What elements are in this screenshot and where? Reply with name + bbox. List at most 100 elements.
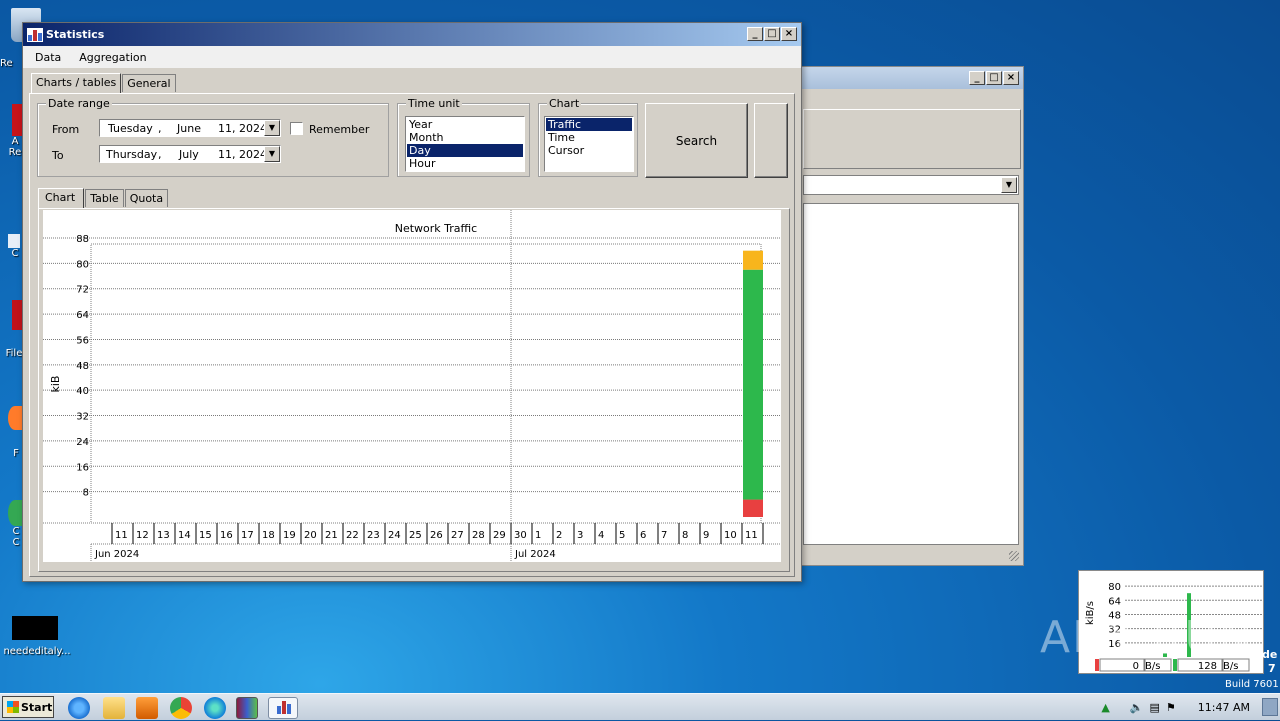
from-label: From <box>52 123 80 136</box>
show-desktop-button[interactable] <box>1262 698 1278 716</box>
tab-general[interactable]: General <box>122 74 176 92</box>
chart-type-cursor[interactable]: Cursor <box>546 144 632 157</box>
y-tick-label: 80 <box>76 259 89 270</box>
background-window-list[interactable] <box>803 203 1019 545</box>
y-tick-label: 72 <box>76 285 89 296</box>
y-tick-label: 64 <box>76 310 89 321</box>
desktop-icon-label: File <box>5 348 23 359</box>
chevron-down-icon[interactable]: ▼ <box>1001 177 1017 193</box>
remember-label: Remember <box>309 123 370 136</box>
media-player-icon[interactable] <box>136 697 158 719</box>
desktop-icon-label: C <box>11 248 19 259</box>
to-day-year: 11, 2024 <box>218 148 267 161</box>
desktop-icon-acrobat[interactable]: A Re <box>0 104 32 184</box>
x-tick-label: 11 <box>115 530 128 541</box>
volume-icon[interactable]: 🔈 <box>1130 701 1144 714</box>
time-unit-legend: Time unit <box>406 97 462 110</box>
menu-data[interactable]: Data <box>35 51 61 64</box>
statistics-taskbar-icon[interactable] <box>268 697 298 719</box>
chart-type-group: Chart Traffic Time Cursor <box>538 97 638 177</box>
time-unit-year[interactable]: Year <box>407 118 523 131</box>
network-traffic-chart: Network Traffic816243240485664728088kiB1… <box>43 210 781 562</box>
desktop-icon-c[interactable]: C <box>8 234 22 270</box>
close-icon[interactable]: × <box>781 27 797 41</box>
y-tick-label: 32 <box>76 412 89 423</box>
winrar-icon[interactable] <box>236 697 258 719</box>
date-range-group: Date range From To Tuesday , June 11, 20… <box>37 97 389 177</box>
y-tick-label: 8 <box>83 488 89 499</box>
x-tick-label: 29 <box>493 530 506 541</box>
clock[interactable]: 11:47 AM <box>1198 701 1250 714</box>
desktop-icon-label: Re <box>0 58 13 69</box>
edge-icon[interactable] <box>204 697 226 719</box>
desktop-icon-neededitaly[interactable]: neededitaly... <box>0 616 74 662</box>
x-tick-label: 8 <box>682 530 688 541</box>
chevron-down-icon[interactable]: ▼ <box>264 146 280 162</box>
x-tick-label: 23 <box>367 530 380 541</box>
to-date-picker[interactable]: Thursday , July 11, 2024 ▼ <box>99 145 281 163</box>
x-tick-label: 13 <box>157 530 170 541</box>
action-center-flag-icon[interactable]: ⚑ <box>1166 701 1176 714</box>
x-tick-label: 16 <box>220 530 233 541</box>
statistics-app-icon <box>27 27 43 42</box>
maximize-icon[interactable]: □ <box>986 71 1002 85</box>
desktop-icon-file[interactable]: File <box>4 300 28 366</box>
network-icon[interactable]: ▤ <box>1150 701 1160 714</box>
from-month: June <box>177 122 201 135</box>
internet-explorer-icon[interactable] <box>68 697 90 719</box>
extra-button[interactable] <box>754 103 788 178</box>
x-tick-label: 27 <box>451 530 464 541</box>
resize-grip-icon[interactable] <box>1009 551 1019 561</box>
to-weekday: Thursday <box>106 148 158 161</box>
tab-charts-tables[interactable]: Charts / tables <box>31 73 122 93</box>
chart-type-time[interactable]: Time <box>546 131 632 144</box>
file-explorer-icon[interactable] <box>103 697 125 719</box>
x-tick-label: 1 <box>535 530 541 541</box>
chrome-icon[interactable] <box>170 697 192 719</box>
time-unit-hour[interactable]: Hour <box>407 157 523 170</box>
maximize-icon[interactable]: □ <box>764 27 780 41</box>
x-tick-label: 10 <box>724 530 737 541</box>
background-window-titlebar[interactable]: _ □ × <box>799 67 1023 89</box>
minimize-icon[interactable]: _ <box>969 71 985 85</box>
show-hidden-icons-icon[interactable]: ▲ <box>1101 701 1109 714</box>
mini-y-tick-label: 64 <box>1108 596 1121 607</box>
x-tick-label: 22 <box>346 530 359 541</box>
month-label: Jun 2024 <box>94 549 139 560</box>
tab-quota[interactable]: Quota <box>124 189 169 207</box>
start-button[interactable]: Start <box>2 696 54 718</box>
background-window[interactable]: _ □ × ▼ <box>798 66 1024 566</box>
minimize-icon[interactable]: _ <box>747 27 763 41</box>
shortcut-icon <box>8 234 20 248</box>
time-unit-group: Time unit Year Month Day Hour <box>397 97 530 177</box>
x-tick-label: 19 <box>283 530 296 541</box>
side-text-2: 7 <box>1268 662 1276 675</box>
y-tick-label: 16 <box>76 462 89 473</box>
y-tick-label: 40 <box>76 386 89 397</box>
x-tick-label: 4 <box>598 530 604 541</box>
x-tick-label: 14 <box>178 530 191 541</box>
x-tick-label: 24 <box>388 530 401 541</box>
remember-checkbox[interactable] <box>290 122 303 135</box>
search-button[interactable]: Search <box>645 103 748 178</box>
time-unit-day[interactable]: Day <box>407 144 523 157</box>
chart-type-traffic[interactable]: Traffic <box>546 118 632 131</box>
y-tick-label: 88 <box>76 234 89 245</box>
tab-chart[interactable]: Chart <box>38 188 85 208</box>
statistics-window[interactable]: Statistics _ □ × Data Aggregation Charts… <box>22 22 802 582</box>
time-unit-month[interactable]: Month <box>407 131 523 144</box>
tab-table[interactable]: Table <box>85 189 124 207</box>
from-date-picker[interactable]: Tuesday , June 11, 2024 ▼ <box>99 119 281 137</box>
background-window-header-panel <box>803 109 1021 169</box>
x-tick-label: 20 <box>304 530 317 541</box>
chart-type-list[interactable]: Traffic Time Cursor <box>544 116 634 172</box>
close-icon[interactable]: × <box>1003 71 1019 85</box>
background-window-dropdown[interactable]: ▼ <box>803 175 1019 195</box>
menu-aggregation[interactable]: Aggregation <box>79 51 146 64</box>
x-tick-label: 9 <box>703 530 709 541</box>
time-unit-list[interactable]: Year Month Day Hour <box>405 116 525 172</box>
chart-title: Network Traffic <box>395 222 477 235</box>
window-titlebar[interactable]: Statistics _ □ × <box>23 23 801 46</box>
chevron-down-icon[interactable]: ▼ <box>264 120 280 136</box>
firefox-icon <box>8 406 22 430</box>
